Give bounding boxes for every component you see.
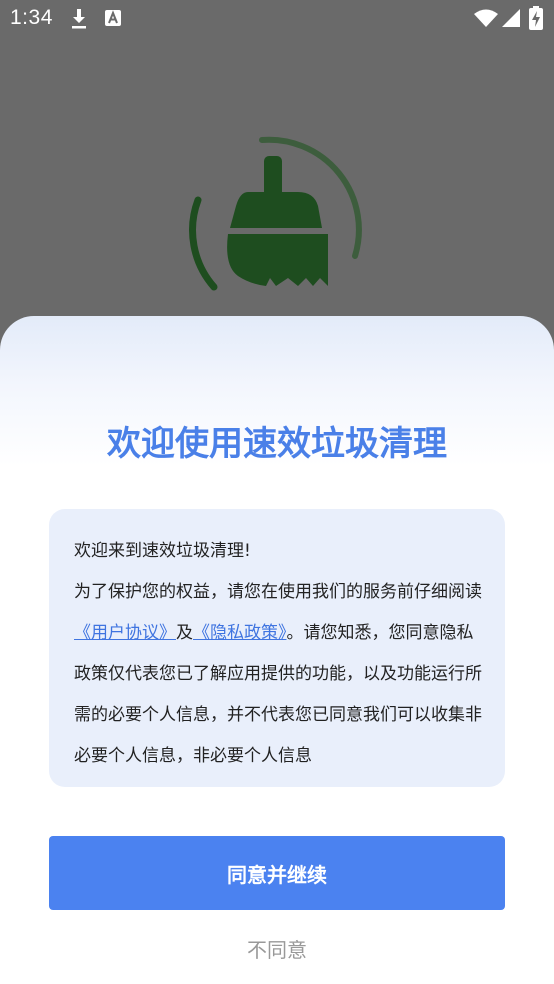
status-time: 1:34: [10, 6, 53, 29]
privacy-text-box[interactable]: 欢迎来到速效垃圾清理! 为了保护您的权益，请您在使用我们的服务前仔细阅读《用户协…: [49, 509, 505, 787]
signal-icon: [502, 9, 520, 27]
privacy-text-body: 。请您知悉，您同意隐私政策仅代表您已了解应用提供的功能，以及功能运行所需的必要个…: [74, 623, 482, 766]
battery-charging-icon: [529, 6, 543, 30]
wifi-icon: [474, 9, 498, 27]
autofill-a-icon: [105, 10, 121, 26]
conjunction-text: 及: [176, 623, 193, 643]
privacy-dialog: 欢迎使用速效垃圾清理 欢迎来到速效垃圾清理! 为了保护您的权益，请您在使用我们的…: [0, 316, 554, 984]
download-icon: [72, 9, 86, 29]
user-agreement-link[interactable]: 《用户协议》: [74, 623, 176, 643]
privacy-policy-link[interactable]: 《隐私政策》: [193, 623, 287, 643]
agree-continue-button[interactable]: 同意并继续: [49, 836, 505, 910]
privacy-text-intro: 为了保护您的权益，请您在使用我们的服务前仔细阅读: [74, 582, 482, 602]
privacy-paragraph: 为了保护您的权益，请您在使用我们的服务前仔细阅读《用户协议》及《隐私政策》。请您…: [74, 572, 484, 777]
dialog-title: 欢迎使用速效垃圾清理: [107, 424, 447, 464]
status-bar: 1:34: [0, 0, 554, 38]
disagree-button[interactable]: 不同意: [177, 928, 377, 968]
splash-broom-icon: [189, 136, 362, 291]
welcome-text: 欢迎来到速效垃圾清理!: [74, 541, 251, 561]
privacy-text: 欢迎来到速效垃圾清理! 为了保护您的权益，请您在使用我们的服务前仔细阅读《用户协…: [74, 531, 484, 777]
